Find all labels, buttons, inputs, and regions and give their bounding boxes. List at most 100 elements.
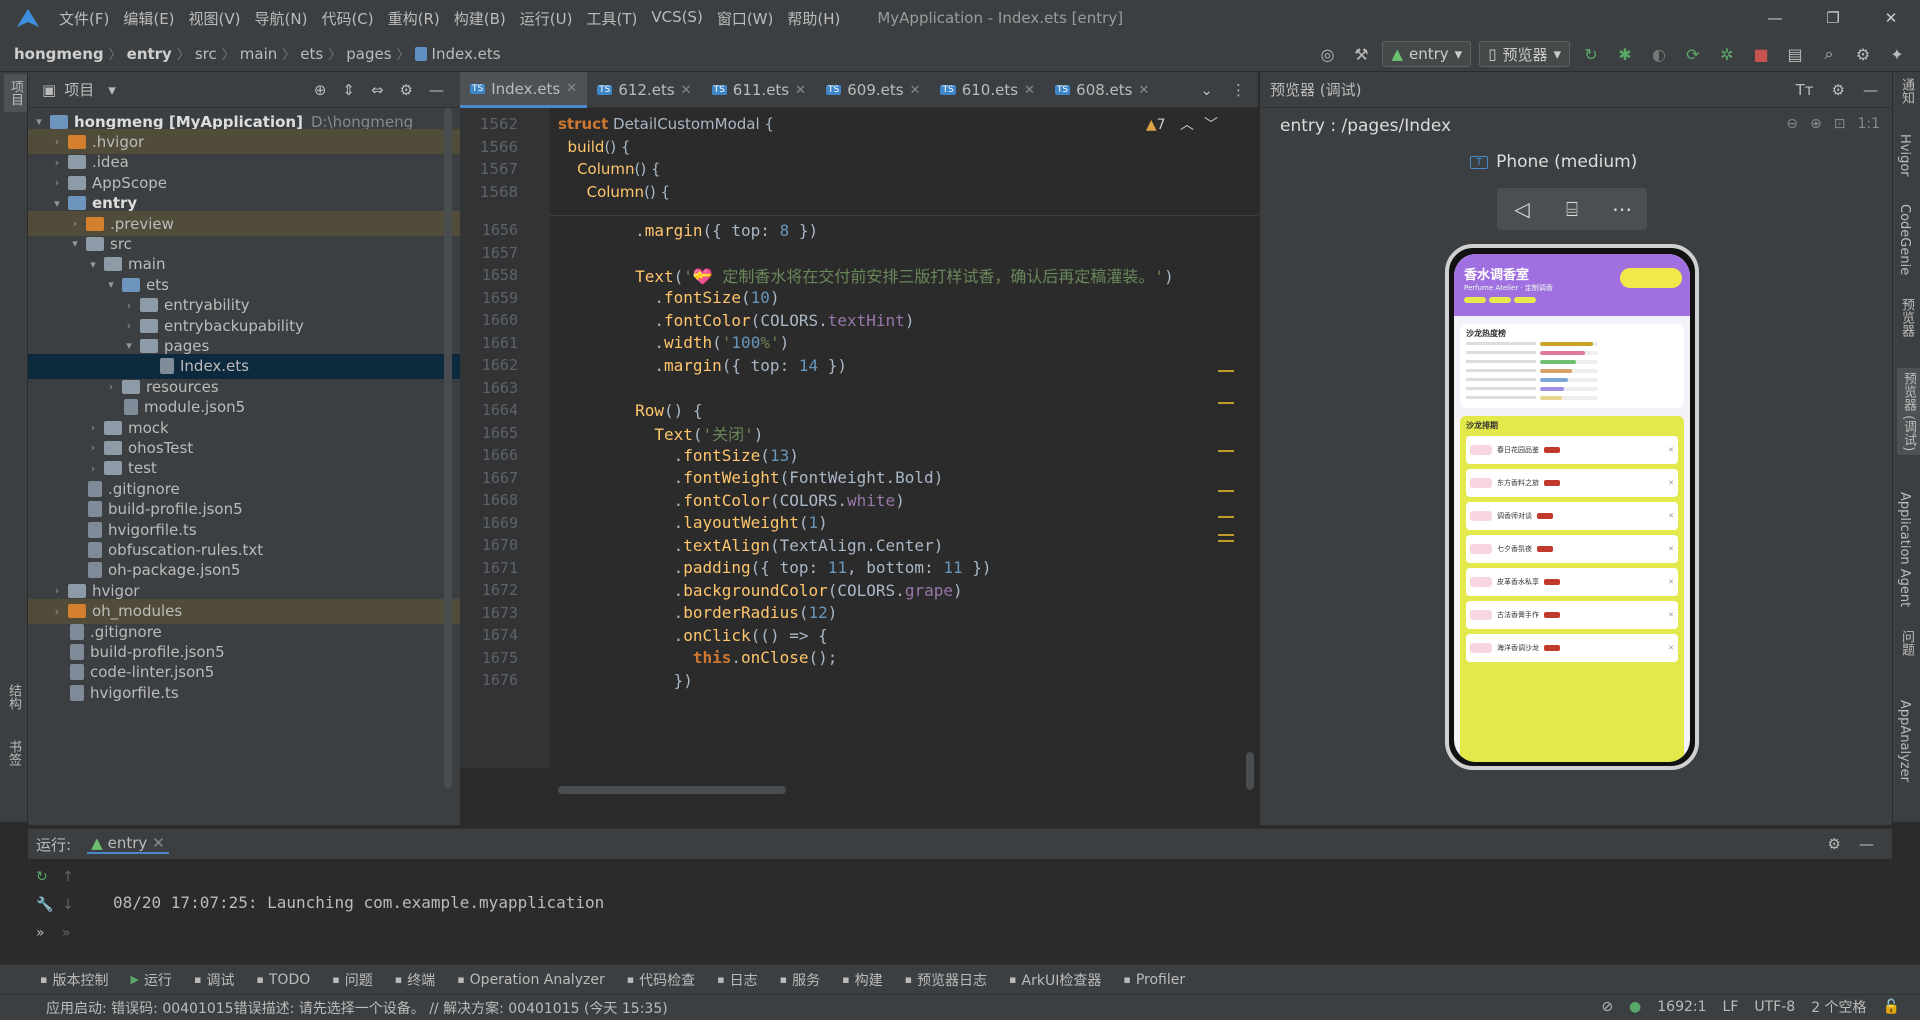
tab-608-ets[interactable]: TS 608.ets ✕ — [1045, 72, 1159, 108]
menu-item[interactable]: 视图(V) — [182, 8, 248, 29]
bottom-tab[interactable]: ▪ 版本控制 — [40, 970, 108, 990]
bottom-tab[interactable]: ▪ 调试 — [194, 970, 234, 990]
bottom-tab[interactable]: ▪ 预览器日志 — [905, 970, 987, 990]
close-icon[interactable]: ✕ — [1668, 611, 1674, 619]
event-item[interactable]: 七夕香氛夜 ✕ — [1466, 535, 1678, 563]
event-item[interactable]: 调香师对谈 ✕ — [1466, 502, 1678, 530]
code-line[interactable]: 1668 .fontColor(COLORS.white) — [460, 488, 1258, 512]
warning-indicator[interactable]: ▲7 ︿ ﹀ — [1146, 114, 1218, 134]
code-line[interactable]: 1675 this.onClose(); — [460, 646, 1258, 670]
run-config-tab[interactable]: ▲ entry ✕ — [87, 834, 169, 854]
folder-icon[interactable]: ▤ — [1782, 41, 1808, 67]
horizontal-scrollbar[interactable] — [558, 786, 786, 794]
bottom-tab[interactable]: ▪ TODO — [256, 972, 310, 988]
sticky-line[interactable]: 1566 build() { — [460, 135, 1258, 159]
lock-icon[interactable]: 🔓 — [1883, 999, 1900, 1015]
sticky-line[interactable]: 1568 Column() { — [460, 180, 1258, 204]
close-icon[interactable]: ✕ — [566, 81, 577, 96]
font-icon[interactable]: Tт — [1796, 81, 1814, 99]
code-line[interactable]: 1662 .margin({ top: 14 }) — [460, 353, 1258, 377]
breadcrumb-item[interactable]: ets — [300, 45, 323, 63]
chevron-right-icon[interactable]: › — [50, 605, 64, 618]
gear-icon[interactable]: ⚙ — [1828, 835, 1841, 853]
chevron-right-icon[interactable]: › — [68, 217, 82, 230]
code-line[interactable]: 1661 .width('100%') — [460, 331, 1258, 355]
menu-item[interactable]: 编辑(E) — [116, 8, 181, 29]
chevron-right-icon[interactable]: › — [122, 319, 136, 332]
ai-icon[interactable]: ✦ — [1884, 41, 1910, 67]
menu-item[interactable]: 代码(C) — [314, 8, 380, 29]
menu-item[interactable]: 导航(N) — [248, 8, 315, 29]
right-tool-tab[interactable]: Hvigor — [1897, 134, 1912, 177]
chevron-right-icon[interactable]: › — [86, 462, 100, 475]
code-line[interactable]: 1672 .backgroundColor(COLORS.grape) — [460, 578, 1258, 602]
chevron-up-icon[interactable]: ︿ — [1180, 117, 1194, 133]
tab-610-ets[interactable]: TS 610.ets ✕ — [930, 72, 1044, 108]
breadcrumb-item[interactable]: Index.ets — [432, 45, 501, 63]
stop-icon[interactable]: ■ — [1748, 41, 1774, 67]
actual-size-icon[interactable]: 1:1 — [1857, 116, 1880, 132]
bottom-tab[interactable]: ▪ ArkUI检查器 — [1009, 970, 1101, 990]
more-icon[interactable]: ⋯ — [1597, 188, 1647, 230]
tab-611-ets[interactable]: TS 611.ets ✕ — [702, 72, 816, 108]
hide-icon[interactable]: — — [1859, 835, 1874, 853]
hide-icon[interactable]: — — [1863, 81, 1878, 99]
menu-item[interactable]: VCS(S) — [644, 8, 709, 29]
file-encoding[interactable]: UTF-8 — [1754, 999, 1795, 1015]
project-tool-tab[interactable]: 项目 — [4, 74, 27, 112]
event-item[interactable]: 皮革香水私享 ✕ — [1466, 568, 1678, 596]
tab-612-ets[interactable]: TS 612.ets ✕ — [587, 72, 701, 108]
right-tool-tab[interactable]: 通知 — [1897, 78, 1916, 104]
more-icon[interactable]: » — [62, 925, 74, 941]
code-line[interactable]: 1673 .borderRadius(12) — [460, 601, 1258, 625]
breadcrumb-item[interactable]: entry — [127, 45, 172, 63]
code-line[interactable]: 1656 .margin({ top: 8 }) — [460, 218, 1258, 242]
tree-scrollbar[interactable] — [444, 108, 452, 788]
right-tool-tab[interactable]: CodeGenie — [1897, 204, 1912, 275]
event-item[interactable]: 东方香料之旅 ✕ — [1466, 469, 1678, 497]
bottom-tab[interactable]: ▪ 代码检查 — [627, 970, 695, 990]
hide-icon[interactable]: — — [429, 81, 444, 99]
breadcrumb-item[interactable]: pages — [346, 45, 391, 63]
code-line[interactable]: 1663 — [460, 376, 1258, 400]
code-line[interactable]: 1657 — [460, 241, 1258, 265]
bookmarks-tool-tab[interactable]: 书签 — [4, 740, 23, 766]
app-header-pill[interactable] — [1620, 268, 1682, 288]
chevron-down-icon[interactable]: ▾ — [86, 258, 100, 271]
project-panel-title[interactable]: 项目 — [64, 79, 94, 100]
bottom-tab[interactable]: ▪ 终端 — [395, 970, 435, 990]
phone-screen[interactable]: 香水调香室 Perfume Atelier · 定制调香 沙龙热度榜 沙龙排期 … — [1454, 254, 1690, 762]
chevron-right-icon[interactable]: › — [104, 380, 118, 393]
sticky-line[interactable]: 1562 struct DetailCustomModal { — [460, 112, 1258, 136]
code-line[interactable]: 1670 .textAlign(TextAlign.Center) — [460, 533, 1258, 557]
bottom-tab[interactable]: ▪ Operation Analyzer — [457, 972, 605, 988]
menu-item[interactable]: 重构(R) — [381, 8, 447, 29]
tab-Index-ets[interactable]: TS Index.ets ✕ — [460, 72, 588, 108]
debug-icon[interactable]: ✱ — [1612, 41, 1638, 67]
gear-icon[interactable]: ⚙ — [400, 81, 413, 99]
device-select[interactable]: ▯ 预览器 ▾ — [1479, 41, 1570, 67]
bottom-tab[interactable]: ▪ 构建 — [842, 970, 882, 990]
more-icon[interactable]: ⋮ — [1231, 81, 1246, 99]
rerun-icon[interactable]: ↻ — [36, 869, 53, 885]
chevron-down-icon[interactable]: ▾ — [122, 339, 136, 352]
attach-icon[interactable]: ◐ — [1646, 41, 1672, 67]
close-icon[interactable]: ✕ — [910, 83, 921, 98]
chevron-right-icon[interactable]: › — [50, 156, 64, 169]
status-message[interactable]: 应用启动: 错误码: 00401015错误描述: 请先选择一个设备。 // 解决… — [46, 998, 668, 1018]
code-line[interactable]: 1671 .padding({ top: 11, bottom: 11 }) — [460, 556, 1258, 580]
bottom-tab[interactable]: ▶ 运行 — [130, 970, 171, 990]
chevron-down-icon[interactable]: ▾ — [68, 237, 82, 250]
arrow-up-icon[interactable]: ↑ — [62, 869, 74, 885]
code-line[interactable]: 1674 .onClick(() => { — [460, 623, 1258, 647]
debug-reload-icon[interactable]: ✲ — [1714, 41, 1740, 67]
bottom-tab[interactable]: ▪ Profiler — [1123, 972, 1185, 988]
chevron-right-icon[interactable]: › — [50, 176, 64, 189]
close-icon[interactable]: ✕ — [1024, 83, 1035, 98]
module-select[interactable]: ▲ entry ▾ — [1382, 41, 1472, 67]
vertical-scrollbar[interactable] — [1246, 752, 1254, 790]
right-tool-tab[interactable]: 预览器 — [1897, 298, 1916, 337]
close-icon[interactable]: ✕ — [1668, 545, 1674, 553]
right-tool-tab[interactable]: AppAnalyzer — [1897, 700, 1912, 782]
bottom-tab[interactable]: ▪ 问题 — [332, 970, 372, 990]
